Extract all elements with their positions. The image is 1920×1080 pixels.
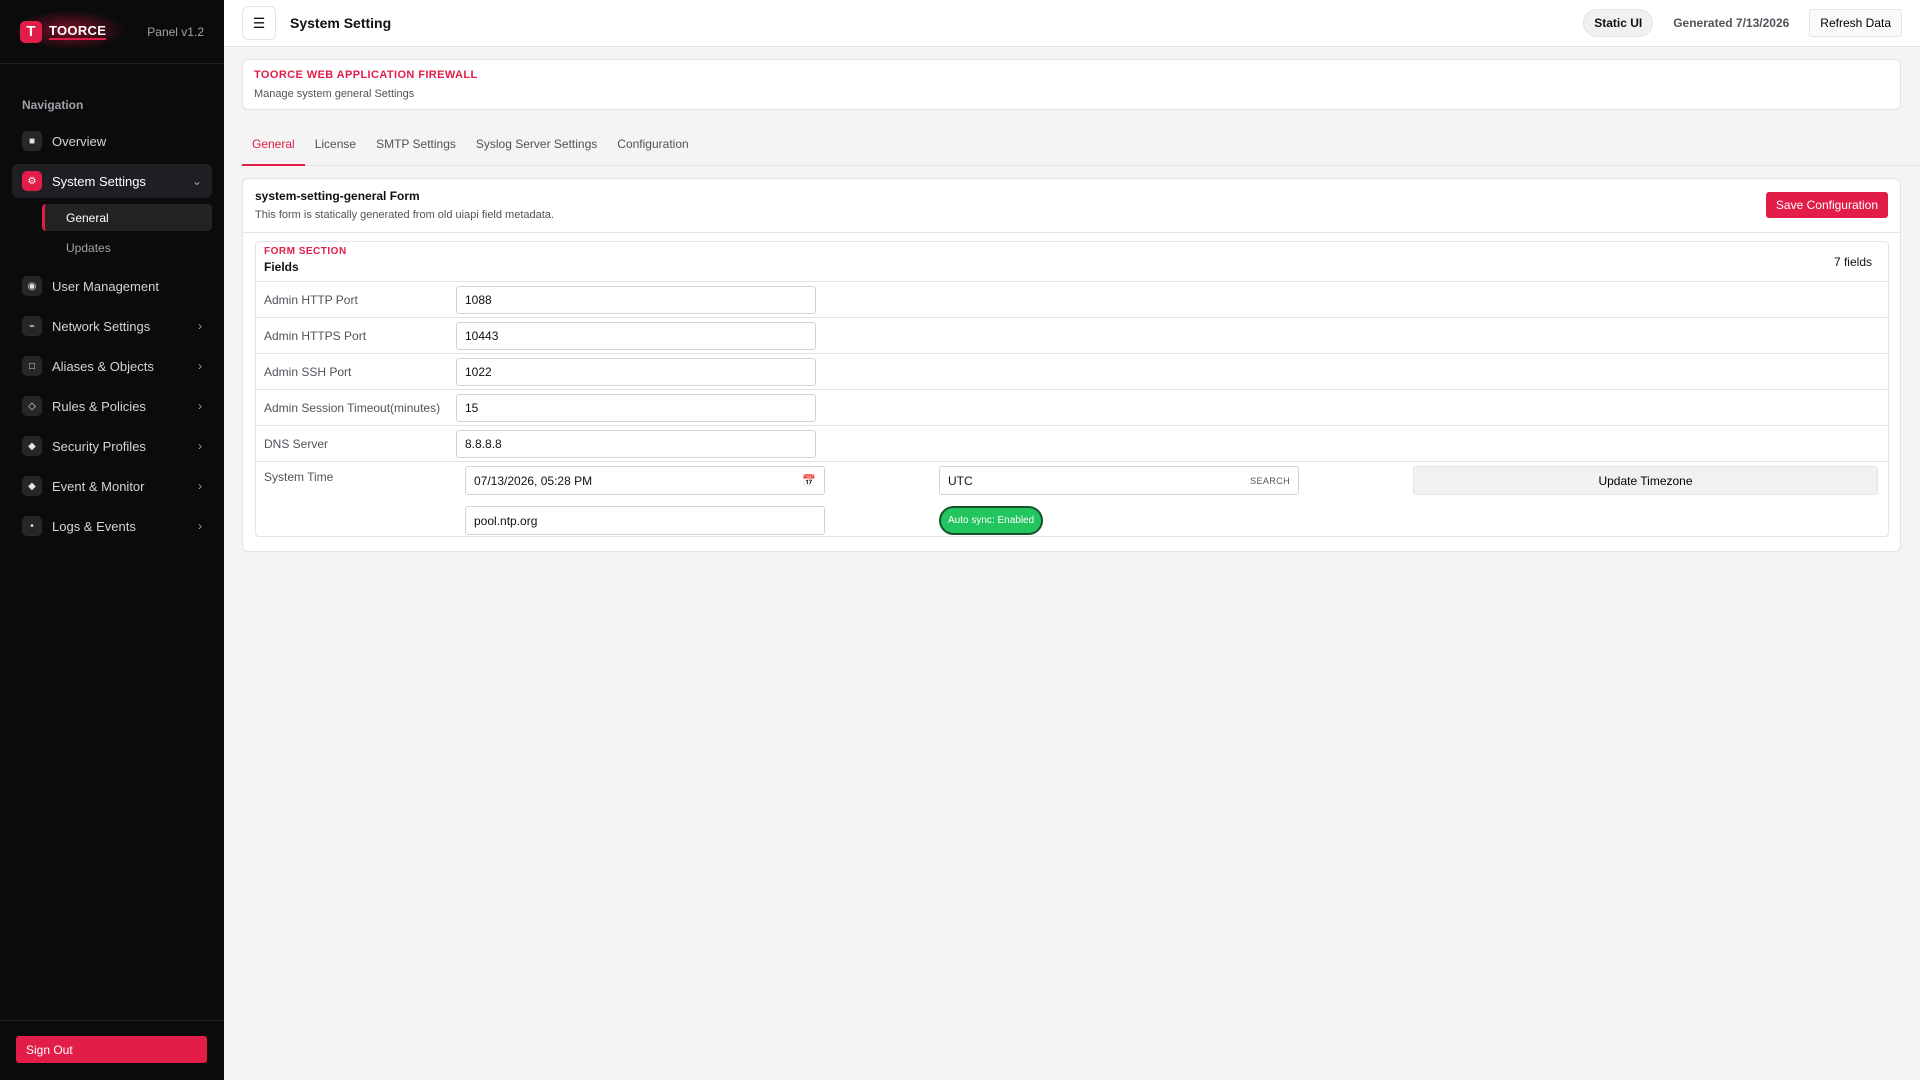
field-row: Admin SSH Port — [256, 354, 1888, 390]
system-datetime-input[interactable]: 07/13/2026, 05:28 PM 📅 — [465, 466, 825, 495]
form-header: system-setting-general Form This form is… — [243, 179, 1900, 233]
datetime-value: 07/13/2026, 05:28 PM — [474, 473, 593, 488]
refresh-data-button[interactable]: Refresh Data — [1809, 9, 1902, 37]
section-title: Fields — [264, 260, 299, 274]
field-row: DNS Server — [256, 426, 1888, 462]
sidebar-item-label: Network Settings — [52, 318, 151, 334]
sidebar-subitem-general[interactable]: General — [42, 204, 212, 231]
generated-date: Generated 7/13/2026 — [1673, 16, 1790, 30]
field-label: Admin HTTP Port — [264, 292, 358, 307]
field-row: Admin HTTPS Port — [256, 318, 1888, 354]
sidebar-item-network-settings[interactable]: ⌁ Network Settings › — [12, 309, 212, 343]
field-label: Admin SSH Port — [264, 364, 352, 379]
logo-icon: T — [20, 20, 42, 43]
topbar: ☰ System Setting Static UI Generated 7/1… — [224, 0, 1920, 47]
system-time-row: System Time 07/13/2026, 05:28 PM 📅 UTC S… — [256, 462, 1888, 540]
timezone-search-input[interactable]: UTC SEARCH — [939, 466, 1299, 495]
chevron-down-icon: ⌄ — [191, 174, 202, 188]
chevron-right-icon: › — [198, 519, 202, 533]
sidebar-item-label: System Settings — [52, 173, 146, 189]
save-configuration-button[interactable]: Save Configuration — [1765, 192, 1888, 218]
form-section: FORM SECTION Fields 7 fields Admin HTTP … — [255, 241, 1889, 537]
section-kicker: FORM SECTION — [264, 246, 347, 257]
calendar-icon[interactable]: 📅 — [802, 474, 816, 487]
product-kicker: TOORCE WEB APPLICATION FIREWALL — [254, 69, 478, 81]
chevron-right-icon: › — [198, 319, 202, 333]
sidebar-item-label: Logs & Events — [52, 518, 136, 534]
sidebar-subitem-updates[interactable]: Updates — [42, 234, 212, 261]
field-label: System Time — [264, 470, 334, 484]
brand: T TOORCE Panel v1.2 — [0, 0, 224, 64]
form-title: system-setting-general Form — [255, 189, 420, 203]
chevron-right-icon: › — [198, 359, 202, 373]
ntp-server-input[interactable] — [465, 506, 825, 535]
search-label: SEARCH — [1250, 475, 1290, 486]
chevron-right-icon: › — [198, 479, 202, 493]
sidebar-item-logs-events[interactable]: • Logs & Events › — [12, 509, 212, 543]
network-icon: ⌁ — [22, 316, 42, 336]
system-settings-submenu: General Updates — [42, 204, 212, 261]
menu-toggle-button[interactable]: ☰ — [242, 6, 276, 40]
tab-smtp-settings[interactable]: SMTP Settings — [366, 130, 466, 166]
tab-bar: General License SMTP Settings Syslog Ser… — [242, 130, 1920, 166]
admin-ssh-port-input[interactable] — [456, 357, 816, 386]
tab-license[interactable]: License — [305, 130, 366, 166]
signout-area: Sign Out — [0, 1020, 224, 1080]
field-count: 7 fields — [1833, 255, 1872, 269]
field-row: Admin Session Timeout(minutes) — [256, 390, 1888, 426]
sidebar-item-label: Overview — [52, 133, 107, 149]
sign-out-button[interactable]: Sign Out — [16, 1036, 207, 1063]
sidebar-item-overview[interactable]: ■ Overview — [12, 124, 212, 158]
sidebar-item-label: Aliases & Objects — [52, 358, 154, 374]
gear-icon: ⚙ — [22, 171, 42, 191]
monitor-icon: ◆ — [22, 476, 42, 496]
sidebar-item-label: User Management — [52, 278, 159, 294]
auto-sync-toggle[interactable]: Auto sync: Enabled — [939, 506, 1044, 535]
sidebar-item-user-management[interactable]: ◉ User Management — [12, 269, 212, 303]
box-icon: □ — [22, 356, 42, 376]
sidebar-item-label: Security Profiles — [52, 438, 146, 454]
user-icon: ◉ — [22, 276, 42, 296]
shield-icon: ◆ — [22, 436, 42, 456]
log-icon: • — [22, 516, 42, 536]
form-description: This form is statically generated from o… — [255, 209, 554, 221]
nav-title: Navigation — [22, 98, 84, 112]
field-label: Admin Session Timeout(minutes) — [264, 400, 441, 415]
sidebar-item-event-monitor[interactable]: ◆ Event & Monitor › — [12, 469, 212, 503]
chevron-right-icon: › — [198, 439, 202, 453]
static-ui-badge: Static UI — [1583, 9, 1654, 37]
admin-https-port-input[interactable] — [456, 321, 816, 350]
admin-session-timeout-input[interactable] — [456, 393, 816, 422]
update-timezone-button[interactable]: Update Timezone — [1413, 466, 1878, 495]
dns-server-input[interactable] — [456, 429, 816, 458]
page-title: System Setting — [290, 15, 392, 31]
tab-configuration[interactable]: Configuration — [607, 130, 698, 166]
tab-syslog-server-settings[interactable]: Syslog Server Settings — [466, 130, 607, 166]
sidebar-item-rules-policies[interactable]: ◇ Rules & Policies › — [12, 389, 212, 423]
sidebar: T TOORCE Panel v1.2 Navigation ■ Overvie… — [0, 0, 224, 1080]
admin-http-port-input[interactable] — [456, 285, 816, 314]
sidebar-item-label: Event & Monitor — [52, 478, 145, 494]
sidebar-item-label: Rules & Policies — [52, 398, 146, 414]
diamond-icon: ◇ — [22, 396, 42, 416]
grid-icon: ■ — [22, 131, 42, 151]
chevron-right-icon: › — [198, 399, 202, 413]
topbar-actions: Static UI Generated 7/13/2026 Refresh Da… — [1583, 9, 1902, 37]
hamburger-icon: ☰ — [252, 14, 266, 31]
sidebar-item-aliases-objects[interactable]: □ Aliases & Objects › — [12, 349, 212, 383]
field-label: DNS Server — [264, 436, 329, 451]
brand-name: TOORCE — [49, 23, 107, 40]
field-label: Admin HTTPS Port — [264, 328, 367, 343]
header-card: TOORCE WEB APPLICATION FIREWALL Manage s… — [242, 59, 1901, 110]
sidebar-item-system-settings[interactable]: ⚙ System Settings ⌄ — [12, 164, 212, 198]
field-row: Admin HTTP Port — [256, 282, 1888, 318]
tab-general[interactable]: General — [242, 130, 305, 166]
panel-version: Panel v1.2 — [147, 24, 204, 39]
timezone-value: UTC — [948, 473, 973, 488]
sidebar-item-security-profiles[interactable]: ◆ Security Profiles › — [12, 429, 212, 463]
form-card: system-setting-general Form This form is… — [242, 178, 1901, 552]
section-header: FORM SECTION Fields 7 fields — [256, 242, 1888, 282]
page-subtitle: Manage system general Settings — [254, 88, 415, 100]
